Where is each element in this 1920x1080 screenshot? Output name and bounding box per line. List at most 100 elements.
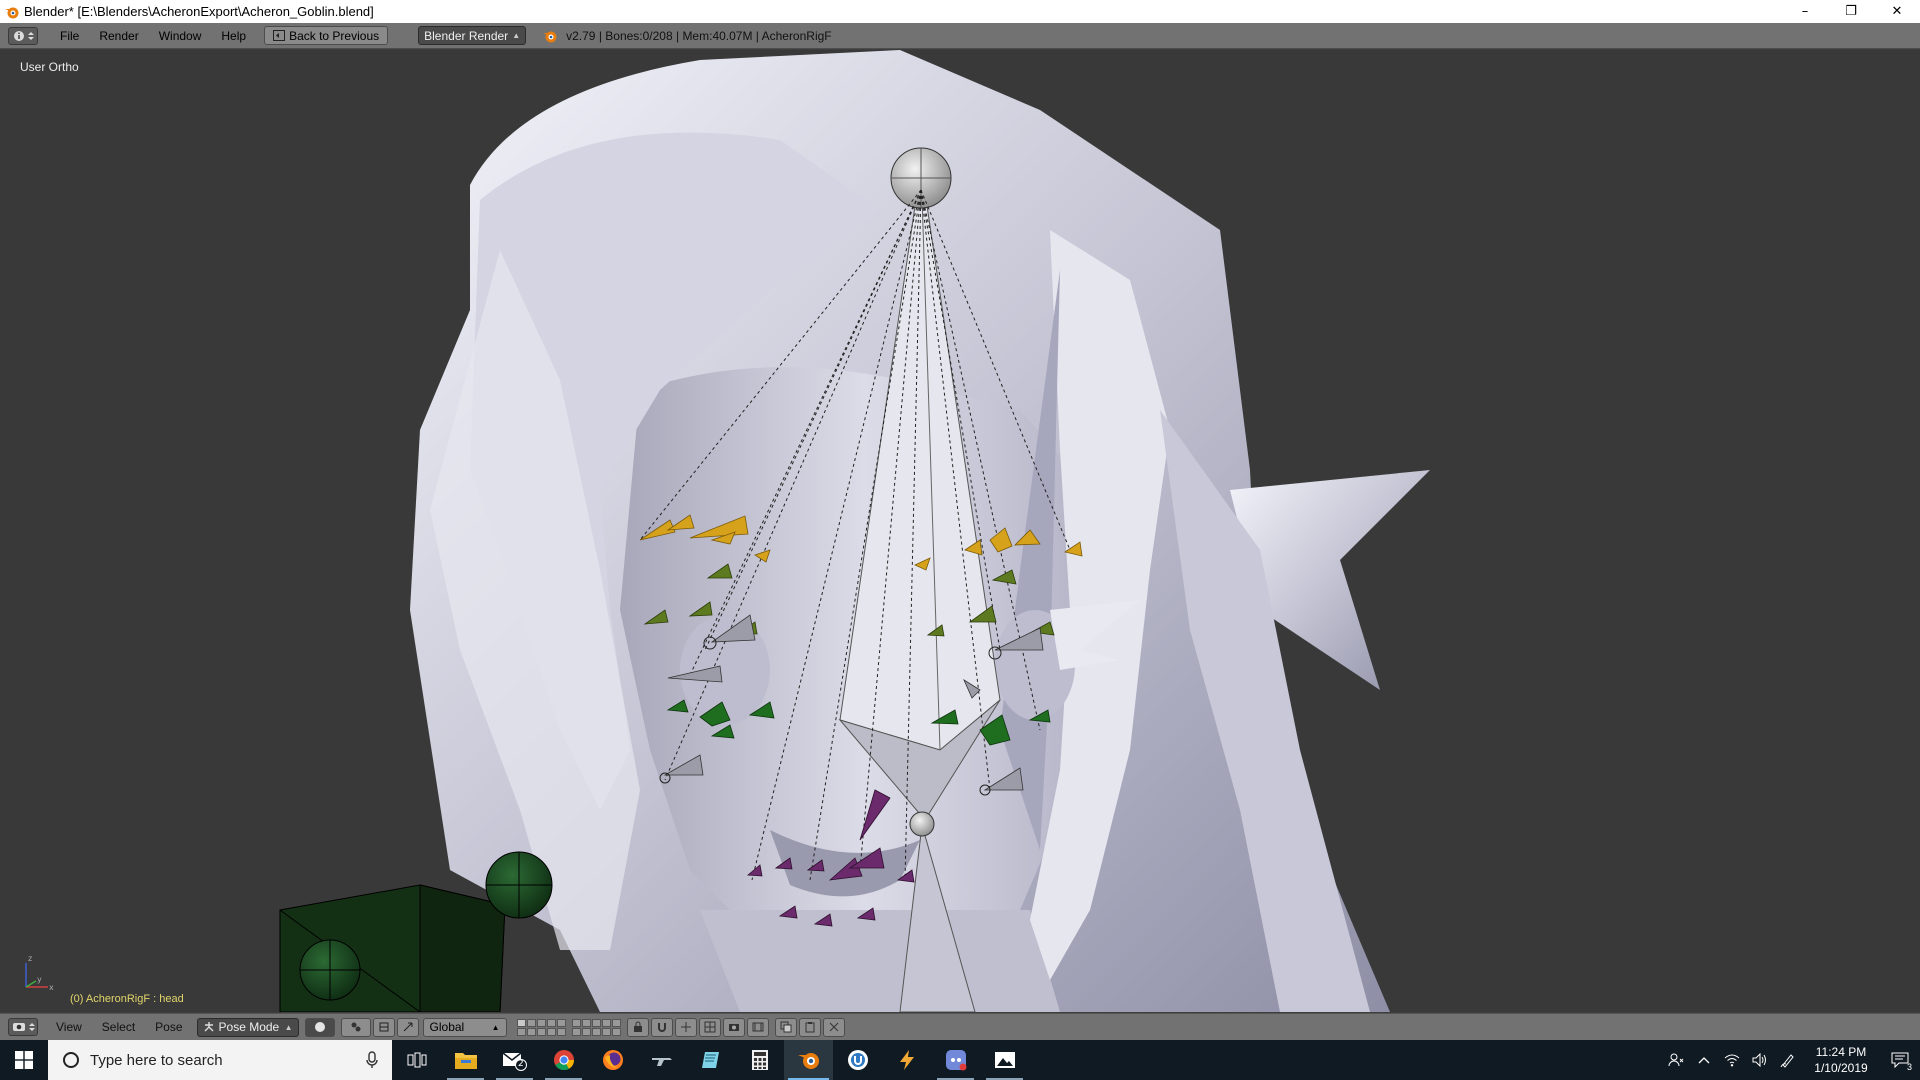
menu-view[interactable]: View bbox=[46, 1020, 92, 1034]
copy-icon bbox=[780, 1021, 792, 1033]
lock-icon bbox=[633, 1021, 642, 1032]
render-preview-button[interactable] bbox=[722, 1017, 745, 1037]
view3d-header: View Select Pose Pose Mode ▲ Global ▲ bbox=[0, 1013, 1920, 1040]
window-title: Blender* [E:\Blenders\AcheronExport\Ache… bbox=[24, 4, 374, 19]
taskbar-notes[interactable] bbox=[686, 1040, 735, 1080]
layer-group-1[interactable] bbox=[516, 1018, 566, 1036]
taskbar-uplay[interactable] bbox=[833, 1040, 882, 1080]
snap-increment-icon bbox=[680, 1022, 691, 1032]
folder-icon bbox=[454, 1053, 477, 1069]
network-button[interactable] bbox=[1718, 1040, 1746, 1080]
taskbar-file-explorer[interactable] bbox=[441, 1040, 490, 1080]
blender-logo-icon bbox=[543, 31, 557, 42]
taskbar: Type here to search 2 11:24 PM 1/10/2019… bbox=[0, 1040, 1920, 1080]
viewport-shading-button[interactable] bbox=[304, 1017, 335, 1037]
minimize-button[interactable]: – bbox=[1782, 0, 1828, 23]
info-icon bbox=[13, 30, 24, 41]
window-title-bar: Blender* [E:\Blenders\AcheronExport\Ache… bbox=[0, 0, 1920, 23]
uplay-icon bbox=[847, 1050, 868, 1070]
proportional-edit-button[interactable] bbox=[698, 1017, 721, 1037]
pivot-point-button[interactable] bbox=[340, 1017, 371, 1037]
people-button[interactable] bbox=[1662, 1040, 1690, 1080]
mail-badge: 2 bbox=[518, 1059, 524, 1069]
layer-buttons[interactable] bbox=[516, 1018, 621, 1036]
taskbar-photos[interactable] bbox=[980, 1040, 1029, 1080]
menu-file[interactable]: File bbox=[50, 29, 89, 43]
show-hidden-icons-button[interactable] bbox=[1690, 1040, 1718, 1080]
task-view-icon bbox=[407, 1052, 426, 1068]
orientation-value: Global bbox=[429, 1020, 465, 1034]
pose-copy-button[interactable] bbox=[774, 1017, 797, 1037]
taskbar-game[interactable] bbox=[637, 1040, 686, 1080]
chevron-updown-icon: ▲ bbox=[284, 1022, 293, 1032]
chevron-updown-icon bbox=[28, 1023, 35, 1031]
volume-button[interactable] bbox=[1746, 1040, 1774, 1080]
menu-render[interactable]: Render bbox=[89, 29, 148, 43]
view3d-editor-type-button[interactable] bbox=[8, 1018, 38, 1036]
chevron-updown-icon: ▲ bbox=[512, 31, 521, 40]
pen-icon bbox=[1780, 1054, 1794, 1068]
view3d-icon bbox=[12, 1023, 25, 1031]
photos-icon bbox=[994, 1052, 1015, 1068]
back-to-previous-label: Back to Previous bbox=[289, 28, 380, 43]
arrow-icon bbox=[403, 1022, 413, 1032]
render-engine-select[interactable]: Blender Render ▲ bbox=[418, 26, 527, 45]
paste-icon bbox=[805, 1022, 815, 1033]
windows-logo-icon bbox=[15, 1051, 33, 1069]
lightning-icon bbox=[899, 1050, 914, 1070]
taskbar-search-box[interactable]: Type here to search bbox=[48, 1040, 392, 1080]
clock[interactable]: 11:24 PM 1/10/2019 bbox=[1802, 1044, 1880, 1076]
menu-select[interactable]: Select bbox=[92, 1020, 145, 1034]
3d-viewport[interactable]: User Ortho z y x (0) AcheronRigF : head bbox=[0, 50, 1920, 1012]
chevron-updown-icon bbox=[27, 31, 34, 40]
snap-element-button[interactable] bbox=[674, 1017, 697, 1037]
search-placeholder: Type here to search bbox=[90, 1051, 223, 1069]
transform-translate-button[interactable] bbox=[396, 1017, 419, 1037]
task-view-button[interactable] bbox=[392, 1040, 441, 1080]
opengl-render-button[interactable] bbox=[746, 1017, 769, 1037]
microphone-icon bbox=[366, 1051, 378, 1068]
lock-camera-button[interactable] bbox=[626, 1017, 649, 1037]
start-button[interactable] bbox=[0, 1040, 48, 1080]
gun-icon bbox=[651, 1058, 672, 1066]
back-to-previous-button[interactable]: Back to Previous bbox=[264, 26, 389, 45]
taskbar-discord[interactable] bbox=[931, 1040, 980, 1080]
menu-help[interactable]: Help bbox=[211, 29, 256, 43]
speaker-icon bbox=[1752, 1053, 1766, 1067]
pose-paste-flipped-button[interactable] bbox=[822, 1017, 845, 1037]
pivot-icon bbox=[351, 1022, 361, 1032]
transform-orientation-select[interactable]: Global ▲ bbox=[422, 1017, 507, 1037]
people-icon bbox=[1668, 1053, 1684, 1067]
close-button[interactable]: ✕ bbox=[1874, 0, 1920, 23]
menu-pose[interactable]: Pose bbox=[145, 1020, 192, 1034]
taskbar-chrome[interactable] bbox=[539, 1040, 588, 1080]
pose-mode-icon bbox=[204, 1022, 214, 1032]
taskbar-calculator[interactable] bbox=[735, 1040, 784, 1080]
notification-count: 3 bbox=[1906, 1062, 1912, 1072]
paste-flipped-icon bbox=[829, 1022, 838, 1032]
taskbar-firefox[interactable] bbox=[588, 1040, 637, 1080]
editor-type-button[interactable] bbox=[8, 26, 38, 45]
snap-toggle-button[interactable] bbox=[650, 1017, 673, 1037]
magnet-icon bbox=[657, 1023, 666, 1032]
notes-icon bbox=[701, 1052, 719, 1068]
manipulator-icon bbox=[379, 1022, 389, 1032]
active-object-label: (0) AcheronRigF : head bbox=[70, 993, 184, 1005]
scene-render bbox=[279, 50, 1430, 1012]
taskbar-blender[interactable] bbox=[784, 1040, 833, 1080]
pen-workspace-button[interactable] bbox=[1774, 1040, 1802, 1080]
menu-window[interactable]: Window bbox=[149, 29, 212, 43]
chevron-updown-icon: ▲ bbox=[491, 1022, 500, 1032]
axis-z-label: z bbox=[28, 954, 32, 963]
pose-paste-button[interactable] bbox=[798, 1017, 821, 1037]
cortana-circle-icon bbox=[63, 1052, 79, 1068]
action-center-button[interactable]: 3 bbox=[1880, 1040, 1920, 1080]
chrome-icon bbox=[553, 1050, 574, 1071]
layer-group-2[interactable] bbox=[571, 1018, 621, 1036]
taskbar-vpn[interactable] bbox=[882, 1040, 931, 1080]
camera-icon bbox=[728, 1024, 739, 1031]
restore-button[interactable]: ❐ bbox=[1828, 0, 1874, 23]
manipulator-toggle-button[interactable] bbox=[372, 1017, 395, 1037]
taskbar-mail[interactable]: 2 bbox=[490, 1040, 539, 1080]
mode-select[interactable]: Pose Mode ▲ bbox=[196, 1017, 299, 1037]
